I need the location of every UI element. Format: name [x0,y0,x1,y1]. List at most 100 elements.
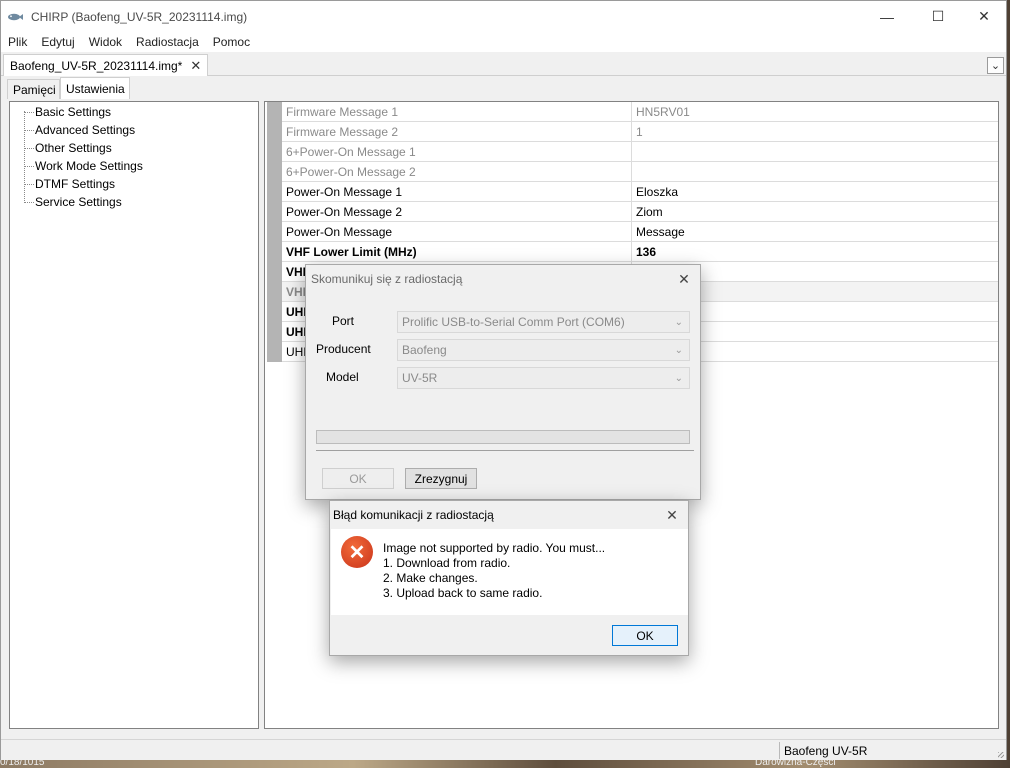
row-marker [267,262,282,282]
row-marker [267,302,282,322]
tree-connector [25,130,34,131]
dialog-divider [316,450,694,451]
tree-item-basic-settings[interactable]: Basic Settings [35,103,111,121]
setting-value: Ziom [636,205,663,219]
cancel-button-label: Zrezygnuj [414,471,468,486]
row-marker [267,102,282,122]
setting-value: 1 [636,125,643,139]
setting-name: Power-On Message 1 [286,185,403,199]
error-message-line: 1. Download from radio. [383,556,511,570]
tree-connector [25,202,34,203]
maximize-button[interactable]: ☐ [915,1,961,32]
status-separator [779,742,780,759]
setting-name: Firmware Message 1 [286,105,399,119]
close-button[interactable]: ✕ [961,1,1007,32]
error-message-area: ✕ Image not supported by radio. You must… [331,529,688,615]
ok-button-label: OK [349,471,367,486]
tab-settings[interactable]: Ustawienia [60,77,130,99]
tree-item-service-settings[interactable]: Service Settings [35,193,122,211]
editor-tabs: Pamięci Ustawienia [7,77,1001,99]
error-message-line: 2. Make changes. [383,571,478,585]
settings-row[interactable]: Power-On Message 1 Eloszka [267,182,998,202]
settings-row[interactable]: VHF Lower Limit (MHz) 136 [267,242,998,262]
tab-memories[interactable]: Pamięci [7,79,60,99]
tab-memories-label: Pamięci [13,82,56,97]
model-label: Model [326,370,359,384]
comm-dialog: Skomunikuj się z radiostacją ✕ Port Prol… [305,264,701,500]
port-select[interactable]: Prolific USB-to-Serial Comm Port (COM6) … [397,311,690,333]
file-tab-label: Baofeng_UV-5R_20231114.img* [10,58,183,73]
menu-radio[interactable]: Radiostacja [129,35,206,49]
row-marker [267,342,282,362]
row-marker [267,222,282,242]
setting-name: Firmware Message 2 [286,125,399,139]
settings-row[interactable]: 6+Power-On Message 1 [267,142,998,162]
error-message-line: Image not supported by radio. You must..… [383,541,606,555]
status-bar: Baofeng UV-5R [1,739,1006,760]
file-tab[interactable]: Baofeng_UV-5R_20231114.img* ✕ [3,54,209,76]
error-ok-button[interactable]: OK [612,625,678,646]
setting-name: 6+Power-On Message 2 [286,165,416,179]
model-value: UV-5R [402,371,438,385]
tree-item-other-settings[interactable]: Other Settings [35,139,112,157]
setting-name: VHF Lower Limit (MHz) [286,245,417,259]
status-radio-model: Baofeng UV-5R [784,744,868,758]
error-message-line: 3. Upload back to same radio. [383,586,543,600]
tab-list-dropdown[interactable]: ⌄ [987,57,1004,74]
file-tab-strip: Baofeng_UV-5R_20231114.img* ✕ ⌄ [1,52,1006,76]
tree-item-work-mode-settings[interactable]: Work Mode Settings [35,157,143,175]
row-marker [267,182,282,202]
row-marker [267,202,282,222]
menu-help[interactable]: Pomoc [206,35,257,49]
settings-row[interactable]: Firmware Message 1 HN5RV01 [267,102,998,122]
vendor-label: Producent [316,342,371,356]
comm-dialog-titlebar[interactable]: Skomunikuj się z radiostacją ✕ [306,265,700,293]
chevron-down-icon: ⌄ [990,60,1001,72]
error-dialog: Błąd komunikacji z radiostacją ✕ ✕ Image… [329,500,689,656]
vendor-select[interactable]: Baofeng ⌄ [397,339,690,361]
setting-value: Eloszka [636,185,679,199]
title-bar[interactable]: CHIRP (Baofeng_UV-5R_20231114.img) — ☐ ✕ [1,1,1006,32]
tree-connector [25,166,34,167]
error-ok-button-label: OK [636,628,654,643]
tree-connector [25,112,34,113]
ok-button[interactable]: OK [322,468,394,489]
setting-value: 136 [636,245,657,259]
tree-connector [25,148,34,149]
row-marker [267,322,282,342]
close-tab-icon[interactable]: ✕ [190,58,201,74]
settings-row[interactable]: Power-On Message Message [267,222,998,242]
tree-connector [25,184,34,185]
settings-tree: Basic Settings Advanced Settings Other S… [9,101,259,729]
model-select[interactable]: UV-5R ⌄ [397,367,690,389]
transfer-progress-bar [316,430,690,444]
comm-dialog-close-icon[interactable]: ✕ [674,269,694,289]
chevron-down-icon: ⌄ [674,317,683,328]
tree-connector-line [24,111,25,203]
chevron-down-icon: ⌄ [674,345,683,356]
menu-edit[interactable]: Edytuj [34,35,81,49]
row-marker [267,122,282,142]
tree-item-advanced-settings[interactable]: Advanced Settings [35,121,135,139]
setting-name: Power-On Message 2 [286,205,403,219]
settings-row[interactable]: 6+Power-On Message 2 [267,162,998,182]
row-marker [267,142,282,162]
menu-file[interactable]: Plik [1,35,34,49]
settings-row[interactable]: Power-On Message 2 Ziom [267,202,998,222]
setting-value: Message [636,225,685,239]
minimize-button[interactable]: — [864,1,910,32]
port-value: Prolific USB-to-Serial Comm Port (COM6) [402,315,625,329]
settings-row[interactable]: Firmware Message 2 1 [267,122,998,142]
resize-grip-icon[interactable] [998,752,1004,758]
error-dialog-close-icon[interactable]: ✕ [662,505,682,525]
error-dialog-titlebar[interactable]: Błąd komunikacji z radiostacją ✕ [330,501,688,529]
menu-view[interactable]: Widok [82,35,129,49]
menu-bar: Plik Edytuj Widok Radiostacja Pomoc [1,32,1006,52]
chirp-app-icon [7,12,23,22]
tree-item-dtmf-settings[interactable]: DTMF Settings [35,175,115,193]
cancel-button[interactable]: Zrezygnuj [405,468,477,489]
setting-name: 6+Power-On Message 1 [286,145,416,159]
setting-value: HN5RV01 [636,105,690,119]
window-title: CHIRP (Baofeng_UV-5R_20231114.img) [31,9,248,24]
row-marker [267,282,282,302]
